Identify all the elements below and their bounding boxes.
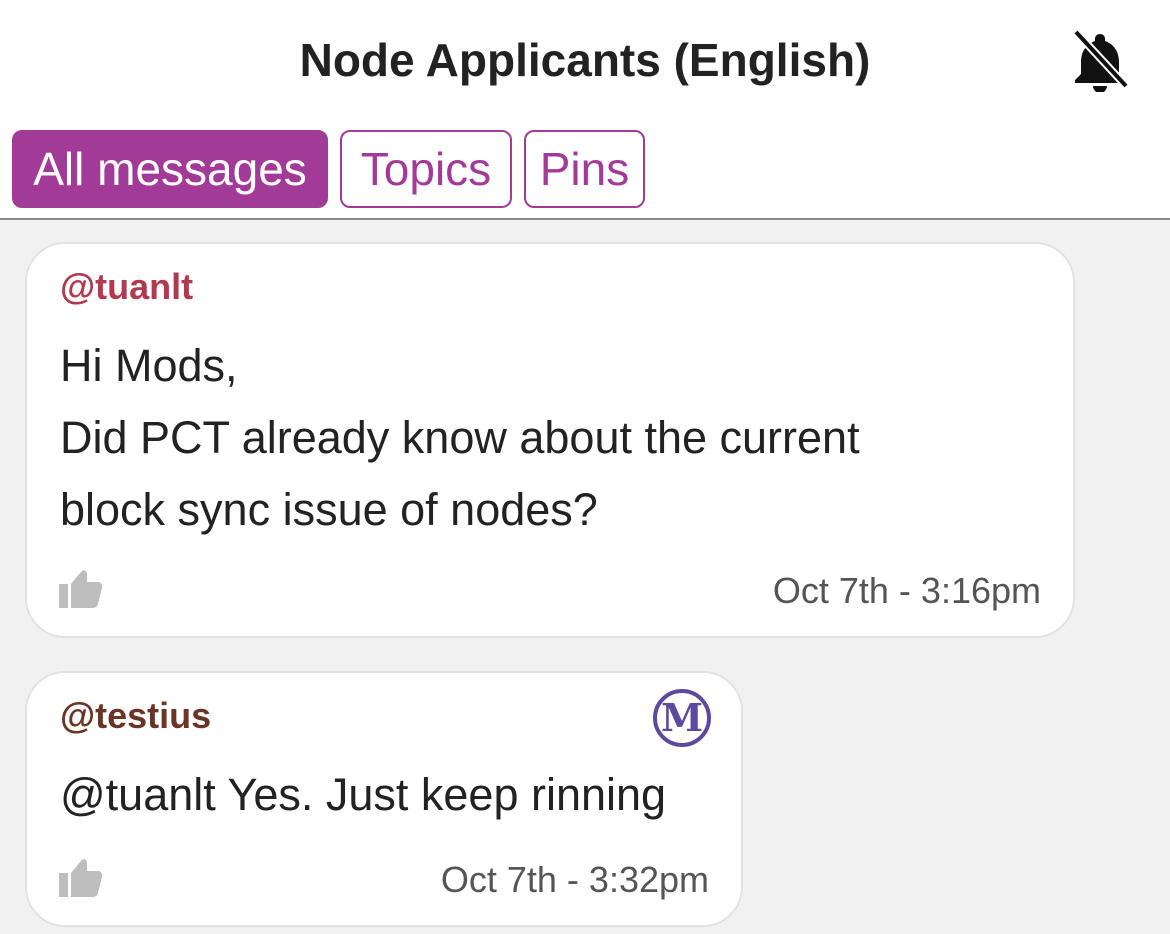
message-body: @tuanlt Yes. Just keep rinning (60, 759, 666, 831)
message-author[interactable]: @testius (60, 695, 211, 737)
message-line: @tuanlt Yes. Just keep rinning (60, 769, 667, 820)
tab-topics[interactable]: Topics (340, 130, 512, 208)
tab-all-messages[interactable]: All messages (12, 130, 328, 208)
message-line: Hi Mods, (60, 340, 238, 391)
bell-slash-icon[interactable] (1068, 26, 1132, 93)
message-author[interactable]: @tuanlt (60, 266, 193, 308)
thumbs-up-icon[interactable] (57, 568, 103, 610)
message-card: @tuanlt Hi Mods, Did PCT already know ab… (25, 242, 1075, 638)
tab-pins[interactable]: Pins (524, 130, 645, 208)
message-line: block sync issue of nodes? (60, 484, 598, 535)
moderator-badge: M (653, 689, 711, 747)
message-card: @testius M @tuanlt Yes. Just keep rinnin… (25, 671, 743, 927)
message-timestamp: Oct 7th - 3:16pm (772, 570, 1041, 611)
header: Node Applicants (English) All messages T… (0, 0, 1170, 220)
message-timestamp: Oct 7th - 3:32pm (440, 859, 709, 900)
page-title: Node Applicants (English) (299, 34, 871, 86)
message-body: Hi Mods, Did PCT already know about the … (60, 330, 860, 546)
thumbs-up-icon[interactable] (57, 857, 103, 899)
message-line: Did PCT already know about the current (60, 412, 860, 463)
